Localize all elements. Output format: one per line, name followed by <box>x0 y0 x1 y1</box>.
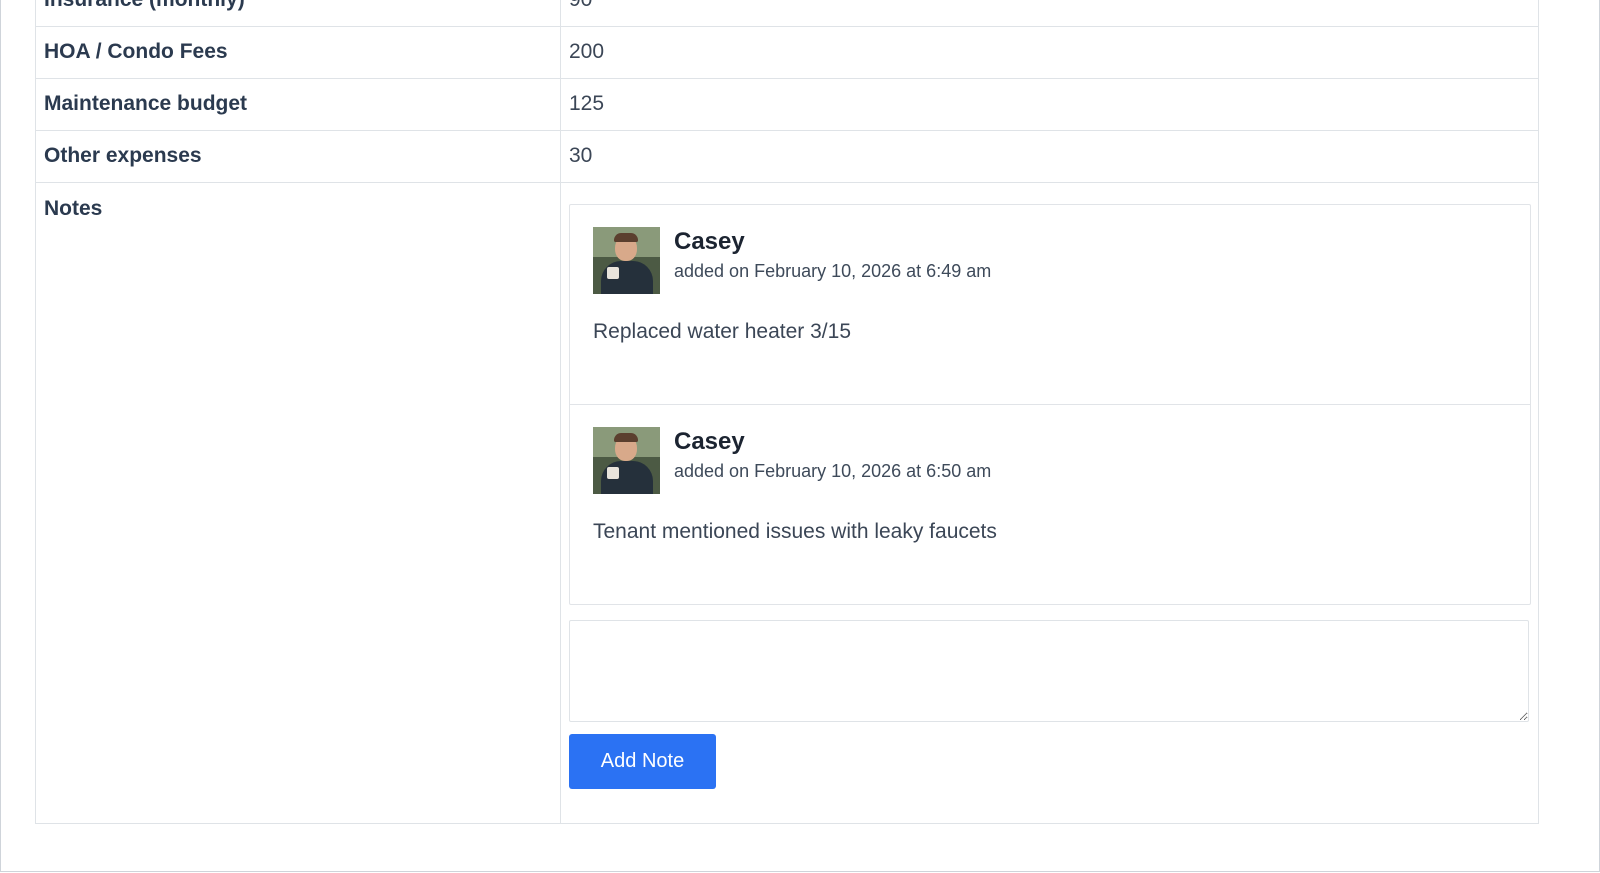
notes-row: Notes Casey added on February 10, 2026 a… <box>35 182 1539 824</box>
row-value: 30 <box>560 130 1539 183</box>
notes-cell: Casey added on February 10, 2026 at 6:49… <box>560 182 1539 824</box>
add-note-button[interactable]: Add Note <box>569 734 716 789</box>
note-timestamp: added on February 10, 2026 at 6:49 am <box>674 261 992 281</box>
property-details-table: Insurance (monthly) 90 HOA / Condo Fees … <box>35 0 1539 824</box>
note-item: Casey added on February 10, 2026 at 6:49… <box>570 205 1530 405</box>
avatar <box>593 227 660 294</box>
note-item: Casey added on February 10, 2026 at 6:50… <box>570 405 1530 604</box>
note-text: Replaced water heater 3/15 <box>593 320 851 343</box>
notes-label: Notes <box>35 182 561 824</box>
note-timestamp: added on February 10, 2026 at 6:50 am <box>674 461 992 481</box>
table-row: HOA / Condo Fees 200 <box>35 26 1539 79</box>
table-row: Maintenance budget 125 <box>35 78 1539 131</box>
note-text: Tenant mentioned issues with leaky fauce… <box>593 520 997 543</box>
notes-list: Casey added on February 10, 2026 at 6:49… <box>569 204 1531 605</box>
note-author: Casey <box>674 228 745 255</box>
row-value: 125 <box>560 78 1539 131</box>
row-label: HOA / Condo Fees <box>35 26 561 79</box>
row-value: 200 <box>560 26 1539 79</box>
note-author: Casey <box>674 428 745 455</box>
row-label: Insurance (monthly) <box>35 0 561 27</box>
table-row: Insurance (monthly) 90 <box>35 0 1539 27</box>
note-input[interactable] <box>569 620 1529 722</box>
table-row: Other expenses 30 <box>35 130 1539 183</box>
page-frame: Insurance (monthly) 90 HOA / Condo Fees … <box>0 0 1600 872</box>
avatar <box>593 427 660 494</box>
row-label: Maintenance budget <box>35 78 561 131</box>
row-value: 90 <box>560 0 1539 27</box>
row-label: Other expenses <box>35 130 561 183</box>
